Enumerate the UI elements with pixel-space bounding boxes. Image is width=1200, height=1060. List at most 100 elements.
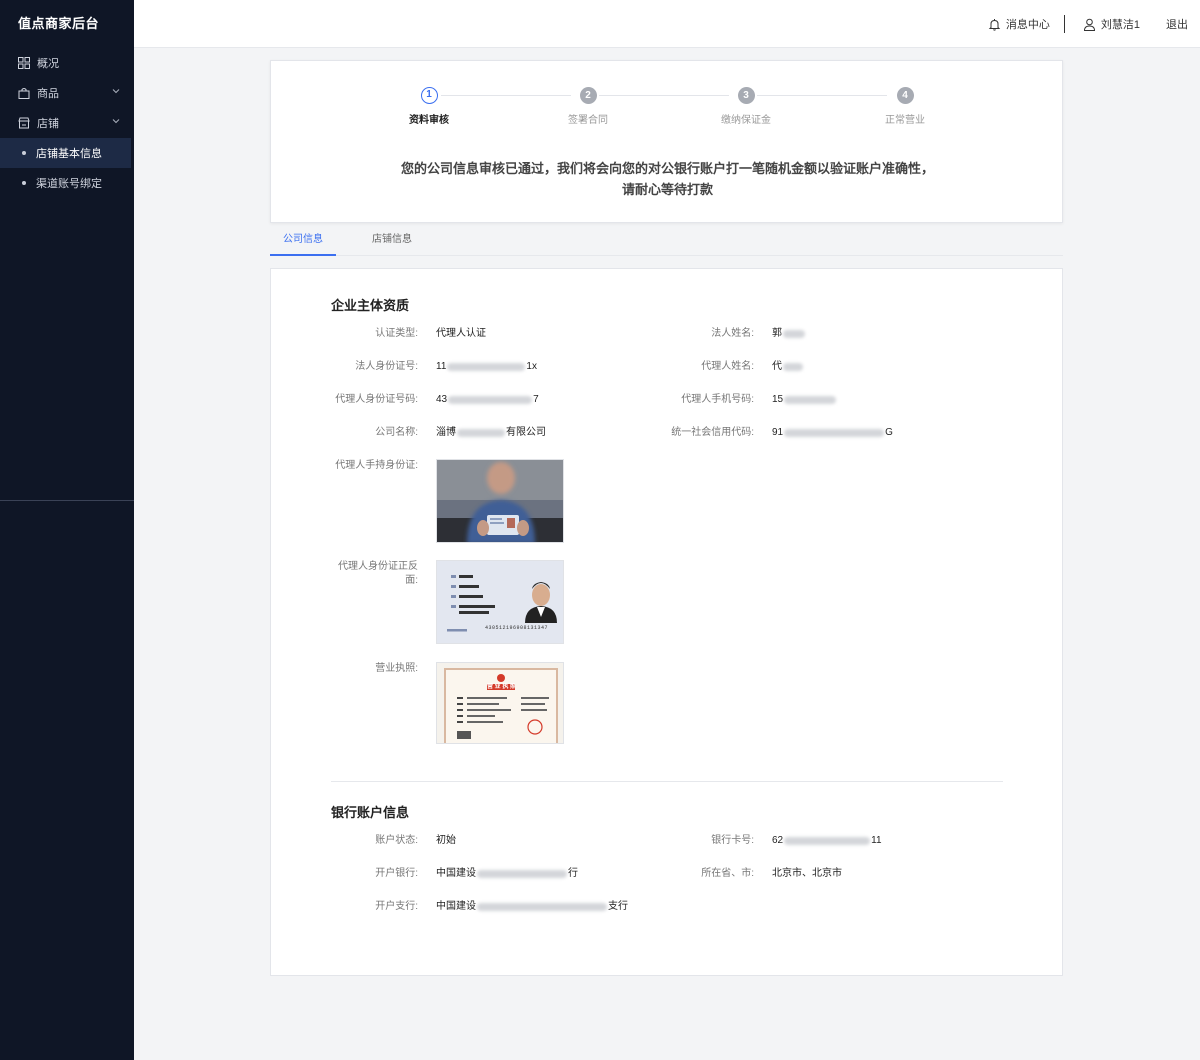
cert-type-label: 认证类型: xyxy=(375,328,418,339)
masked-text xyxy=(448,396,533,404)
branch-label: 开户支行: xyxy=(375,901,418,912)
sidebar-divider xyxy=(0,500,134,501)
company-name-suffix: 有限公司 xyxy=(506,427,546,438)
notice-line: 请耐心等待打款 xyxy=(621,182,713,197)
handheld-id-photo[interactable] xyxy=(436,459,564,543)
sidebar-item-store-info[interactable]: 店铺基本信息 xyxy=(0,138,131,168)
tab-company-info[interactable]: 公司信息 xyxy=(270,226,336,256)
credit-code-prefix: 91 xyxy=(772,427,784,438)
license-title: 营 业 执 照 xyxy=(487,684,515,690)
sidebar-item-label: 店铺 xyxy=(37,118,59,130)
company-name-label: 公司名称: xyxy=(375,427,418,438)
agent-id-prefix: 43 xyxy=(436,394,448,405)
credit-code-label: 统一社会信用代码: xyxy=(671,427,754,438)
sidebar-subitem-label: 渠道账号绑定 xyxy=(36,178,102,190)
credit-code-value: 91 G xyxy=(772,426,893,440)
legal-id-value: 11 1x xyxy=(436,360,537,374)
agent-id-suffix: 7 xyxy=(533,394,539,405)
masked-text xyxy=(784,837,871,845)
step-label: 签署合同 xyxy=(568,115,608,126)
masked-text xyxy=(457,429,505,437)
agent-name-label: 代理人姓名: xyxy=(701,361,754,372)
step-number: 1 xyxy=(420,87,438,104)
legal-name-label: 法人姓名: xyxy=(711,328,754,339)
store-icon xyxy=(18,117,30,129)
sidebar-item-overview[interactable]: 概况 xyxy=(0,48,134,78)
company-name-prefix: 淄博 xyxy=(436,427,456,438)
messages-label: 消息中心 xyxy=(1005,19,1050,31)
progress-steps-card: 1 资料审核 2 签署合同 3 缴纳保证金 4 正常营业 您的公司信息审核已通过… xyxy=(270,60,1063,223)
bank-name-suffix: 行 xyxy=(568,868,578,879)
company-name-value: 淄博 有限公司 xyxy=(436,426,546,440)
step-label: 正常营业 xyxy=(885,115,925,126)
bell-icon xyxy=(988,18,1001,31)
masked-text xyxy=(784,429,885,437)
step-label: 资料审核 xyxy=(409,115,449,126)
step-deposit: 3 缴纳保证金 xyxy=(701,87,791,126)
business-license-image xyxy=(437,663,563,743)
cert-type-value: 代理人认证 xyxy=(436,328,486,339)
sidebar-subitem-label: 店铺基本信息 xyxy=(36,148,102,160)
agent-phone-value: 15 xyxy=(772,393,837,407)
chevron-down-icon xyxy=(112,119,120,124)
card-number-label: 银行卡号: xyxy=(711,835,754,846)
legal-id-prefix: 11 xyxy=(436,361,447,372)
id-card-image xyxy=(437,561,563,643)
step-number: 3 xyxy=(737,87,755,104)
step-label: 缴纳保证金 xyxy=(721,115,771,126)
step-contract: 2 签署合同 xyxy=(543,87,633,126)
masked-text xyxy=(447,363,526,371)
top-header: 消息中心 刘慧洁1 退出 xyxy=(134,0,1200,48)
account-status-label: 账户状态: xyxy=(375,835,418,846)
handheld-id-label: 代理人手持身份证: xyxy=(335,460,418,471)
account-status-value: 初始 xyxy=(436,835,456,846)
region-label: 所在省、市: xyxy=(701,868,754,879)
business-license-label: 营业执照: xyxy=(375,663,418,674)
chevron-down-icon xyxy=(112,89,120,94)
logout-label: 退出 xyxy=(1166,19,1188,31)
agent-id-value: 43 7 xyxy=(436,393,539,407)
card-number-prefix: 62 xyxy=(772,835,784,846)
sidebar-item-products[interactable]: 商品 xyxy=(0,78,134,108)
card-number-value: 62 11 xyxy=(772,834,882,848)
masked-text xyxy=(477,870,567,878)
sidebar-item-channel-binding[interactable]: 渠道账号绑定 xyxy=(0,168,134,198)
bag-icon xyxy=(18,87,30,99)
branch-prefix: 中国建设 xyxy=(436,901,476,912)
bank-name-prefix: 中国建设 xyxy=(436,868,476,879)
sidebar-item-label: 概况 xyxy=(37,58,59,70)
grid-icon xyxy=(18,57,30,69)
sidebar-item-store[interactable]: 店铺 xyxy=(0,108,134,138)
id-card-label-line: 代理人身份证正反 xyxy=(338,561,418,572)
company-info-card: 企业主体资质 认证类型: 代理人认证 法人姓名: 郭 法人身份证号: 11 1x … xyxy=(270,268,1063,976)
section-title-bank: 银行账户信息 xyxy=(331,805,410,820)
masked-text xyxy=(783,330,805,338)
logout-button[interactable]: 退出 xyxy=(1166,16,1188,32)
tab-store-info[interactable]: 店铺信息 xyxy=(362,226,422,256)
legal-id-label: 法人身份证号: xyxy=(355,361,418,372)
brand-title: 值点商家后台 xyxy=(18,16,100,31)
legal-id-suffix: 1x xyxy=(526,361,537,372)
credit-code-suffix: G xyxy=(885,427,893,438)
masked-text xyxy=(784,396,837,404)
info-tabs: 公司信息 店铺信息 xyxy=(270,226,1063,256)
review-notice: 您的公司信息审核已通过，我们将会向您的对公银行账户打一笔随机金额以验证账户准确性… xyxy=(271,158,1064,200)
messages-link[interactable]: 消息中心 xyxy=(988,16,1050,32)
section-divider xyxy=(331,781,1003,782)
notice-line: 您的公司信息审核已通过，我们将会向您的对公银行账户打一笔随机金额以验证账户准确性… xyxy=(400,161,934,176)
user-icon xyxy=(1083,18,1095,31)
agent-phone-label: 代理人手机号码: xyxy=(681,394,754,405)
step-number: 2 xyxy=(579,87,597,104)
agent-phone-prefix: 15 xyxy=(772,394,784,405)
legal-name-value: 郭 xyxy=(772,327,806,341)
id-card-number: 430512196908131347 xyxy=(485,625,549,631)
id-card-label-line: 面: xyxy=(405,575,418,586)
sidebar-item-label: 商品 xyxy=(37,88,59,100)
region-value: 北京市、北京市 xyxy=(772,868,842,879)
id-card-photo[interactable]: 430512196908131347 xyxy=(436,560,564,644)
handheld-id-image xyxy=(437,460,563,542)
bullet-icon xyxy=(22,181,26,185)
business-license-photo[interactable]: 营 业 执 照 xyxy=(436,662,564,744)
user-menu[interactable]: 刘慧洁1 xyxy=(1083,16,1140,32)
sidebar: 值点商家后台 概况 商品 店铺 店铺基本信息 渠道账号绑定 xyxy=(0,0,134,1060)
